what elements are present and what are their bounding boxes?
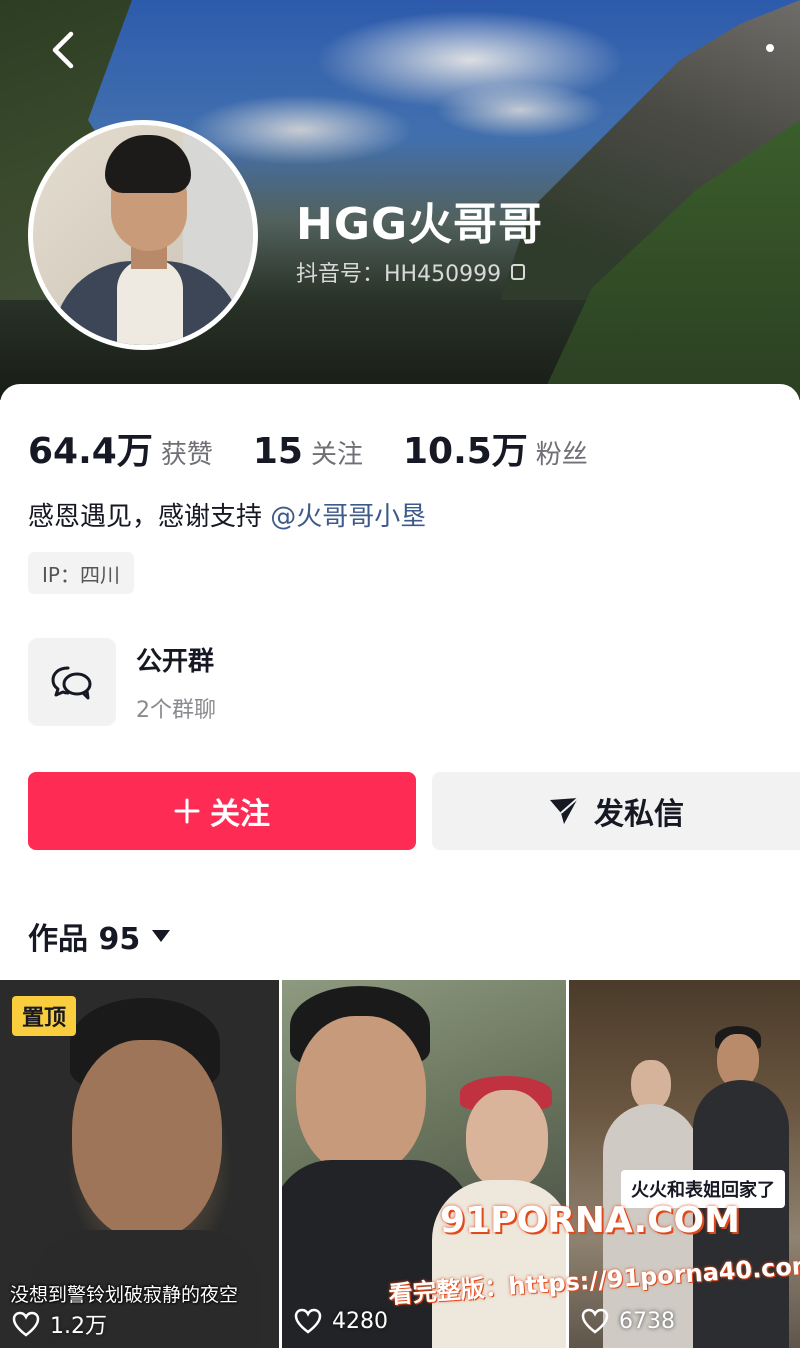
stat-likes: 64.4万 获赞 (28, 422, 213, 474)
group-title: 公开群 (136, 646, 215, 677)
follow-button-label: 关注 (210, 797, 270, 832)
public-group-entry[interactable]: 公开群 2个群聊 (28, 638, 216, 726)
stat-following-value: 15 (252, 431, 303, 472)
stat-followers-value: 10.5万 (402, 431, 528, 472)
ip-location-tag: IP：四川 (28, 552, 134, 594)
plus-icon (174, 798, 200, 824)
video-likes-count: 1.2万 (50, 1314, 107, 1339)
group-count: 2个群聊 (136, 697, 216, 723)
profile-stats: 64.4万 获赞 15 关注 10.5万 粉丝 (28, 422, 628, 474)
chevron-left-icon (52, 31, 74, 69)
heart-icon (581, 1308, 609, 1334)
stat-likes-label: 获赞 (160, 440, 213, 470)
heart-icon (294, 1308, 322, 1334)
back-button[interactable] (40, 28, 84, 72)
send-icon (550, 797, 579, 824)
video-likes: 6738 (581, 1308, 675, 1334)
video-likes-count: 4280 (332, 1308, 388, 1334)
copy-icon[interactable] (511, 264, 526, 280)
works-label: 作品 95 (28, 922, 141, 957)
more-options-icon[interactable] (766, 44, 774, 52)
douyin-id[interactable]: 抖音号：HH450999 (296, 256, 526, 288)
stat-following[interactable]: 15 关注 (253, 431, 363, 472)
video-caption: 没想到警铃划破寂静的夜空 (10, 1284, 239, 1306)
group-icon-box (28, 638, 116, 726)
douyin-id-text: 抖音号：HH450999 (296, 262, 502, 287)
bio-mention-link[interactable]: @火哥哥小垦 (270, 502, 426, 532)
avatar[interactable] (28, 120, 258, 350)
dropdown-triangle-icon (152, 930, 171, 942)
works-tab[interactable]: 作品 95 (28, 914, 171, 958)
send-message-label: 发私信 (594, 797, 684, 832)
stat-following-label: 关注 (310, 440, 363, 470)
group-chat-icon (51, 666, 92, 700)
pinned-badge: 置顶 (12, 996, 77, 1036)
follow-button[interactable]: 关注 (28, 772, 416, 850)
video-likes: 1.2万 (12, 1308, 107, 1340)
watermark-logo: 91PORNA.COM (440, 1200, 740, 1241)
profile-bio: 感恩遇见，感谢支持 @火哥哥小垦 (28, 496, 426, 533)
video-likes: 4280 (294, 1308, 388, 1334)
profile-nickname: HGG火哥哥 (296, 199, 544, 250)
heart-icon (12, 1311, 40, 1337)
stat-likes-value: 64.4万 (28, 431, 153, 472)
stat-followers[interactable]: 10.5万 粉丝 (403, 422, 588, 474)
video-likes-count: 6738 (619, 1308, 675, 1334)
stat-followers-label: 粉丝 (535, 440, 588, 470)
send-message-button[interactable]: 发私信 (432, 772, 800, 850)
video-thumbnail[interactable]: 置顶 没想到警铃划破寂静的夜空 1.2万 (0, 980, 279, 1348)
bio-text: 感恩遇见，感谢支持 (28, 502, 263, 532)
